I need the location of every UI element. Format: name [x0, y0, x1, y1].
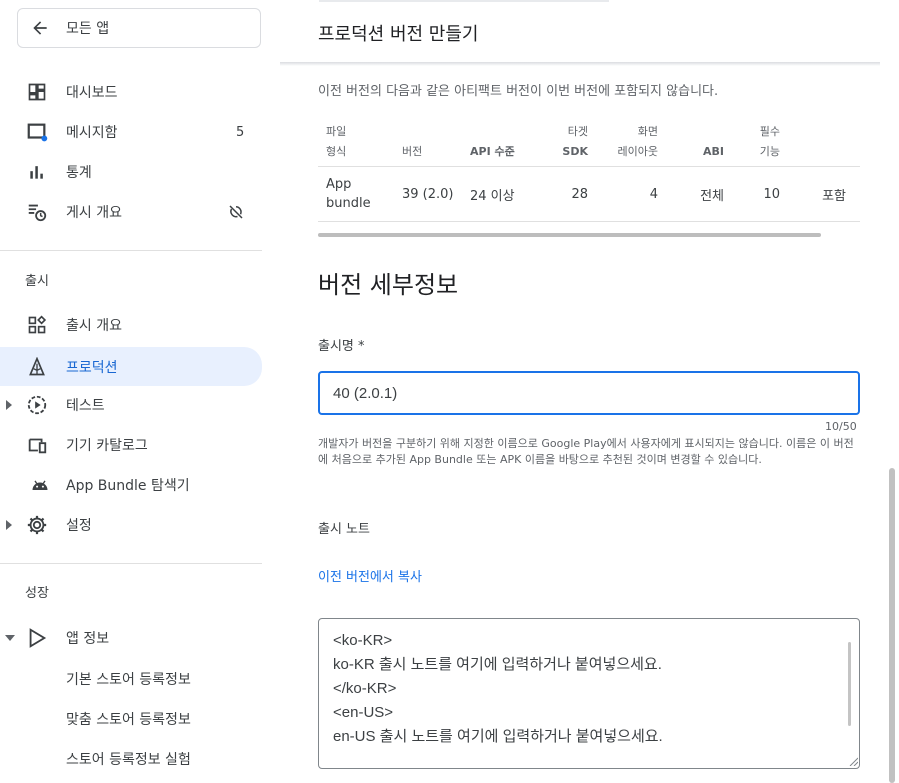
- artifacts-table: 파일 형식 버전 API 수준 타겟 SDK 화면 레이아웃 ABI 필수 기능 App…: [318, 118, 860, 222]
- sidebar-item-label: 대시보드: [66, 85, 118, 101]
- sidebar-item-inbox[interactable]: 메시지함 5: [0, 114, 262, 150]
- sidebar-divider: [0, 250, 262, 251]
- bar-chart-icon: [25, 160, 49, 184]
- sidebar-item-label: 메시지함: [66, 125, 118, 141]
- sidebar-item-label: 게시 개요: [66, 205, 122, 221]
- expand-arrow-icon[interactable]: [6, 520, 12, 530]
- sidebar: 모든 앱 대시보드 메시지함 5 통계 게시 개요 출시 출시 개요 프로덕션 …: [0, 0, 280, 783]
- cell-abi: 전체: [658, 166, 724, 222]
- excluded-artifacts-info: 이전 버전의 다음과 같은 아티팩트 버전이 이번 버전에 포함되지 않습니다.: [318, 84, 719, 99]
- col-header-target-sdk: 타겟 SDK: [562, 125, 588, 158]
- col-header-api-level: API 수준: [470, 145, 515, 158]
- dashboard-icon: [25, 80, 49, 104]
- release-notes-textarea[interactable]: <ko-KR> ko-KR 출시 노트를 여기에 입력하거나 붙여넣으세요. <…: [318, 618, 860, 769]
- col-header-file-format: 파일 형식: [326, 125, 347, 158]
- sidebar-subitem-main-store-listing[interactable]: 기본 스토어 등록정보: [66, 669, 191, 689]
- textarea-scrollbar[interactable]: [848, 642, 851, 726]
- sidebar-item-label: 테스트: [66, 398, 105, 414]
- table-header-row: 파일 형식 버전 API 수준 타겟 SDK 화면 레이아웃 ABI 필수 기능: [318, 118, 860, 167]
- release-name-label: 출시명 *: [318, 339, 365, 354]
- message-count-badge: 5: [236, 124, 245, 140]
- release-name-input[interactable]: [318, 371, 860, 415]
- all-apps-label: 모든 앱: [66, 21, 110, 37]
- cell-screen-layout: 4: [588, 166, 658, 222]
- col-header-required-features: 필수 기능: [759, 125, 780, 158]
- sidebar-item-label: 통계: [66, 165, 92, 181]
- sidebar-item-production[interactable]: 프로덕션: [0, 347, 262, 386]
- header-shadow: [280, 62, 880, 66]
- character-counter: 10/50: [825, 420, 857, 433]
- sidebar-item-dashboard[interactable]: 대시보드: [0, 74, 262, 110]
- test-icon: [25, 393, 49, 417]
- play-icon: [25, 626, 49, 650]
- device-catalog-icon: [25, 433, 49, 457]
- cell-status: 포함: [780, 166, 860, 222]
- sidebar-divider: [0, 563, 262, 564]
- sidebar-subitem-store-listing-experiments[interactable]: 스토어 등록정보 실험: [66, 749, 191, 769]
- sidebar-item-test[interactable]: 테스트: [0, 387, 262, 423]
- top-edge-hint: [319, 0, 609, 2]
- sidebar-item-app-info[interactable]: 앱 정보: [0, 620, 262, 656]
- col-header-screen-layout: 화면 레이아웃: [617, 125, 658, 158]
- sidebar-item-release-overview[interactable]: 출시 개요: [0, 307, 262, 343]
- cell-version: 39 (2.0): [398, 166, 462, 222]
- arrow-left-icon: [33, 21, 47, 35]
- copy-from-previous-link[interactable]: 이전 버전에서 복사: [318, 566, 422, 585]
- sync-off-icon: [229, 205, 243, 219]
- col-header-version: 버전: [402, 145, 423, 158]
- expand-arrow-icon[interactable]: [6, 400, 12, 410]
- sidebar-item-app-bundle-explorer[interactable]: App Bundle 탐색기: [0, 467, 262, 503]
- sidebar-item-label: 설정: [66, 518, 92, 534]
- resize-handle-icon[interactable]: [848, 756, 858, 766]
- inbox-icon: [25, 120, 49, 144]
- sidebar-item-label: App Bundle 탐색기: [66, 478, 190, 494]
- sidebar-item-statistics[interactable]: 통계: [0, 154, 262, 190]
- main-content: 프로덕션 버전 만들기 이전 버전의 다음과 같은 아티팩트 버전이 이번 버전…: [280, 0, 890, 783]
- page-title: 프로덕션 버전 만들기: [318, 24, 479, 45]
- section-header-growth: 성장: [25, 586, 49, 601]
- android-icon: [28, 473, 52, 497]
- cell-target-sdk: 28: [548, 166, 588, 222]
- collapse-arrow-icon[interactable]: [5, 635, 15, 641]
- sidebar-subitem-custom-store-listing[interactable]: 맞춤 스토어 등록정보: [66, 709, 191, 729]
- table-horizontal-scrollbar[interactable]: [318, 233, 821, 237]
- sidebar-item-device-catalog[interactable]: 기기 카탈로그: [0, 427, 262, 463]
- all-apps-button[interactable]: 모든 앱: [17, 8, 261, 48]
- cell-api-level: 24 이상: [462, 166, 548, 222]
- release-overview-icon: [25, 313, 49, 337]
- cell-file-format: App bundle: [318, 166, 398, 222]
- sidebar-item-label: 기기 카탈로그: [66, 438, 148, 454]
- release-notes-label: 출시 노트: [318, 522, 370, 537]
- col-header-abi: ABI: [703, 145, 724, 158]
- section-header-release: 출시: [25, 274, 49, 289]
- release-details-title: 버전 세부정보: [318, 271, 459, 299]
- publishing-overview-icon: [25, 200, 49, 224]
- sidebar-item-publishing-overview[interactable]: 게시 개요: [0, 194, 262, 230]
- cell-required-features: 10: [724, 166, 780, 222]
- release-name-help-text: 개발자가 버전을 구분하기 위해 지정한 이름으로 Google Play에서 …: [318, 437, 854, 466]
- col-header-status: [780, 118, 860, 167]
- sidebar-item-label: 프로덕션: [66, 359, 118, 376]
- sidebar-item-label: 출시 개요: [66, 318, 122, 334]
- page-scrollbar[interactable]: [889, 468, 895, 783]
- table-row: App bundle 39 (2.0) 24 이상 28 4 전체 10 포함: [318, 166, 860, 222]
- production-icon: [25, 355, 49, 379]
- gear-icon: [25, 513, 49, 537]
- sidebar-item-settings[interactable]: 설정: [0, 507, 262, 543]
- sidebar-item-label: 앱 정보: [66, 631, 110, 647]
